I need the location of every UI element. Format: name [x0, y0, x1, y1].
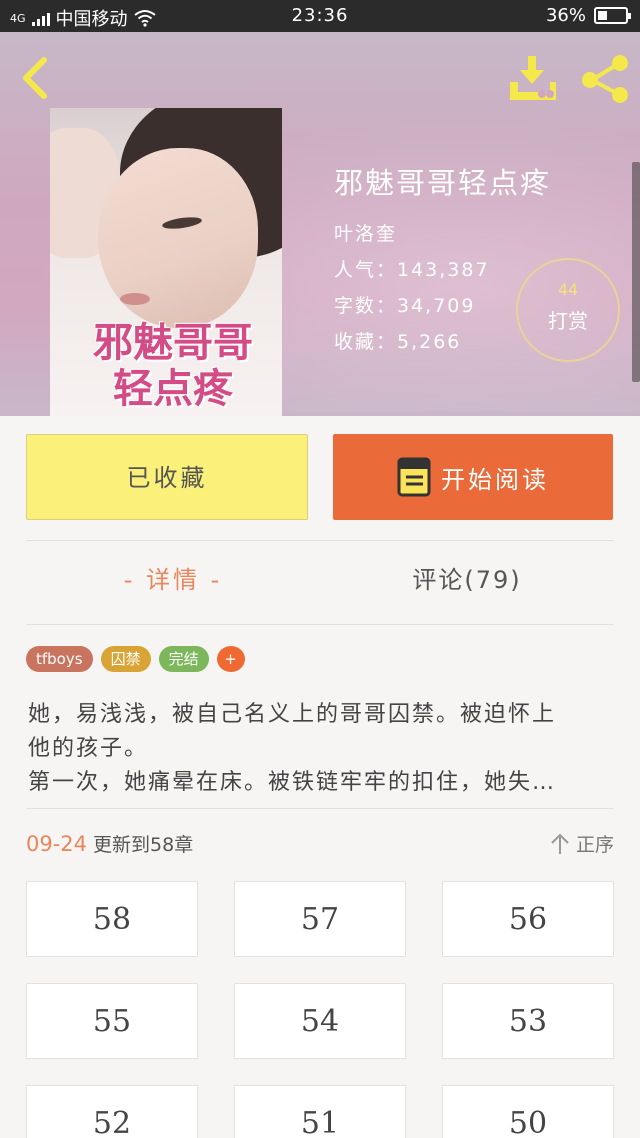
start-reading-label: 开始阅读	[441, 465, 549, 494]
clock: 23:36	[291, 5, 349, 26]
chapter-grid: 58 57 56 55 54 53 52 51 50	[26, 881, 614, 1138]
chapter-item[interactable]: 53	[442, 983, 614, 1059]
tag-tfboys[interactable]: tfboys	[26, 646, 93, 672]
chapter-item[interactable]: 54	[234, 983, 406, 1059]
tag-imprison[interactable]: 囚禁	[100, 646, 151, 672]
arrow-up-icon	[551, 833, 569, 854]
book-cover[interactable]: 邪魅哥哥 轻点疼	[50, 108, 282, 416]
chapter-item[interactable]: 51	[234, 1085, 406, 1138]
tab-detail[interactable]: - 详情 -	[26, 560, 320, 595]
cover-lips-shape	[120, 293, 150, 305]
synopsis-line: 第一次，她痛晕在床。被铁链牢牢的扣住，她失…	[28, 770, 557, 795]
tag-list: tfboys 囚禁 完结 +	[26, 646, 245, 672]
add-tag-button[interactable]: +	[216, 646, 245, 672]
tag-finished[interactable]: 完结	[158, 646, 209, 672]
sort-order-label: 正序	[575, 834, 614, 856]
share-icon	[582, 55, 628, 103]
update-text: 更新到58章	[93, 834, 194, 856]
synopsis-line: 他的孩子。	[28, 736, 149, 761]
tab-comments[interactable]: 评论(79)	[320, 560, 614, 595]
chapter-item[interactable]: 55	[26, 983, 198, 1059]
reward-count: 44	[557, 280, 579, 299]
sort-order-button[interactable]: 正序	[550, 830, 614, 857]
reward-label: 打赏	[548, 309, 588, 333]
download-icon	[510, 56, 556, 100]
chapter-item[interactable]: 52	[26, 1085, 198, 1138]
back-button[interactable]	[16, 54, 56, 102]
chapter-item[interactable]: 56	[442, 881, 614, 957]
start-reading-button[interactable]: 开始阅读	[333, 434, 613, 520]
status-bar: 4G 中国移动 23:36 36%	[0, 0, 640, 32]
cover-title-art: 邪魅哥哥 轻点疼	[93, 319, 253, 412]
share-button[interactable]	[580, 54, 630, 104]
book-header: 邪魅哥哥 轻点疼 邪魅哥哥轻点疼 叶洛奎 人气：143,387 字数：34,70…	[0, 32, 640, 416]
collected-button[interactable]: 已收藏	[26, 434, 308, 520]
divider	[26, 624, 614, 625]
chevron-left-icon	[23, 57, 47, 99]
battery-percent: 36%	[545, 5, 586, 26]
divider	[26, 808, 614, 809]
battery-icon	[594, 7, 631, 24]
synopsis[interactable]: 她，易浅浅，被自己名义上的哥哥囚禁。被迫怀上 他的孩子。 第一次，她痛晕在床。被…	[28, 698, 616, 800]
chapter-item[interactable]: 58	[26, 881, 198, 957]
update-date: 09-24	[26, 832, 88, 856]
battery-fill	[598, 11, 607, 20]
book-author[interactable]: 叶洛奎	[334, 216, 551, 252]
scrollbar[interactable]	[632, 162, 640, 382]
chapter-item[interactable]: 57	[234, 881, 406, 957]
update-info: 09-24 更新到58章 正序	[26, 830, 614, 862]
divider	[26, 540, 614, 541]
download-button[interactable]	[506, 54, 560, 104]
chapter-item[interactable]: 50	[442, 1085, 614, 1138]
synopsis-line: 她，易浅浅，被自己名义上的哥哥囚禁。被迫怀上	[28, 702, 557, 727]
book-title: 邪魅哥哥轻点疼	[334, 166, 552, 200]
reward-button[interactable]: 44 打赏	[516, 258, 620, 362]
book-icon	[397, 457, 431, 497]
